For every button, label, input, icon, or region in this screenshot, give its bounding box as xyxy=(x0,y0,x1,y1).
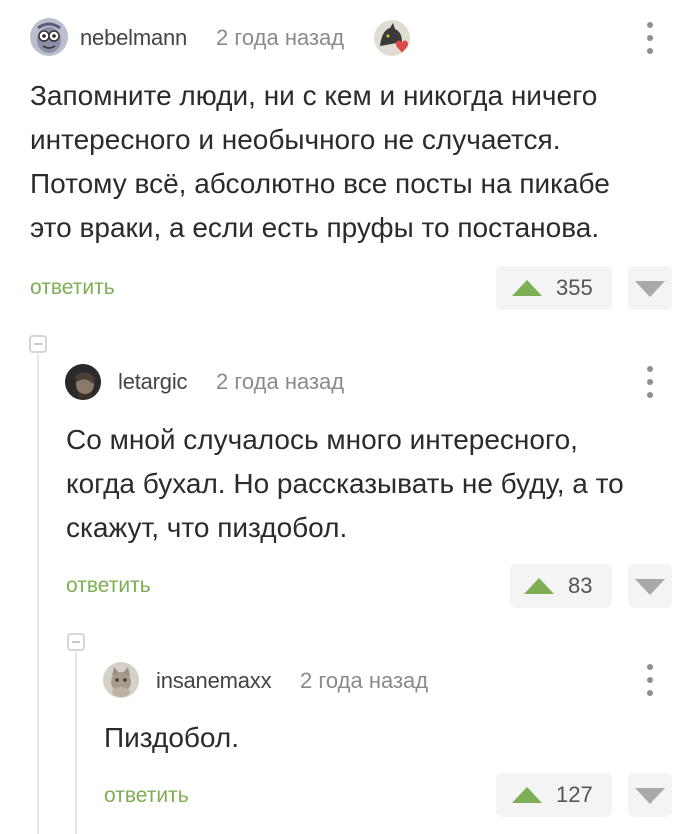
reply-button[interactable]: ответить xyxy=(104,784,189,808)
score: 127 xyxy=(556,782,593,807)
comment-text-line: интересного и необычного не случается. xyxy=(30,124,561,155)
username[interactable]: nebelmann xyxy=(80,25,187,51)
comment-text-line: когда бухал. Но рассказывать не буду, а … xyxy=(66,468,624,499)
upvote-button[interactable]: 355 xyxy=(496,266,612,310)
downvote-icon xyxy=(635,579,665,595)
downvote-button[interactable] xyxy=(628,564,672,608)
more-options-icon[interactable] xyxy=(638,20,662,56)
avatar-image xyxy=(30,18,68,56)
thread-line[interactable] xyxy=(75,652,77,834)
comment-text-line: скажут, что пиздобол. xyxy=(66,512,348,543)
comment-text-line: Со мной случалось много интересного, xyxy=(66,424,578,455)
reply-button[interactable]: ответить xyxy=(66,574,151,598)
upvote-button[interactable]: 83 xyxy=(510,564,612,608)
upvote-button[interactable]: 127 xyxy=(496,773,612,817)
downvote-icon xyxy=(635,281,665,297)
username[interactable]: letargic xyxy=(118,369,188,395)
timestamp[interactable]: 2 года назад xyxy=(216,369,344,395)
more-options-icon[interactable] xyxy=(638,364,662,400)
score: 355 xyxy=(556,275,593,300)
upvote-icon xyxy=(512,787,542,803)
comment-text: Со мной случалось много интересного, ког… xyxy=(66,418,686,550)
comment-text-line: Пиздобол. xyxy=(104,722,240,753)
collapse-thread-button[interactable] xyxy=(29,335,47,353)
downvote-button[interactable] xyxy=(628,266,672,310)
cat-heart-badge-icon xyxy=(374,20,410,56)
timestamp[interactable]: 2 года назад xyxy=(216,25,344,51)
comment-text: Запомните люди, ни с кем и никогда ничег… xyxy=(30,74,680,250)
downvote-button[interactable] xyxy=(628,773,672,817)
comment-text: Пиздобол. xyxy=(104,716,684,760)
upvote-icon xyxy=(512,280,542,296)
avatar-letargic[interactable] xyxy=(65,364,101,400)
avatar-insanemaxx[interactable] xyxy=(103,662,139,698)
avatar-image xyxy=(65,364,101,400)
timestamp[interactable]: 2 года назад xyxy=(300,668,428,694)
score: 83 xyxy=(568,573,593,598)
more-options-icon[interactable] xyxy=(638,662,662,698)
avatar-nebelmann[interactable] xyxy=(30,18,68,56)
username[interactable]: insanemaxx xyxy=(156,668,272,694)
comment-text-line: это враки, а если есть пруфы то постанов… xyxy=(30,212,600,243)
avatar-image xyxy=(103,662,139,698)
downvote-icon xyxy=(635,788,665,804)
reply-button[interactable]: ответить xyxy=(30,276,115,300)
comment-text-line: Запомните люди, ни с кем и никогда ничег… xyxy=(30,80,598,111)
thread-line[interactable] xyxy=(37,354,39,834)
comment-text-line: Потому всё, абсолютно все посты на пикаб… xyxy=(30,168,610,199)
collapse-thread-button[interactable] xyxy=(67,633,85,651)
upvote-icon xyxy=(524,578,554,594)
